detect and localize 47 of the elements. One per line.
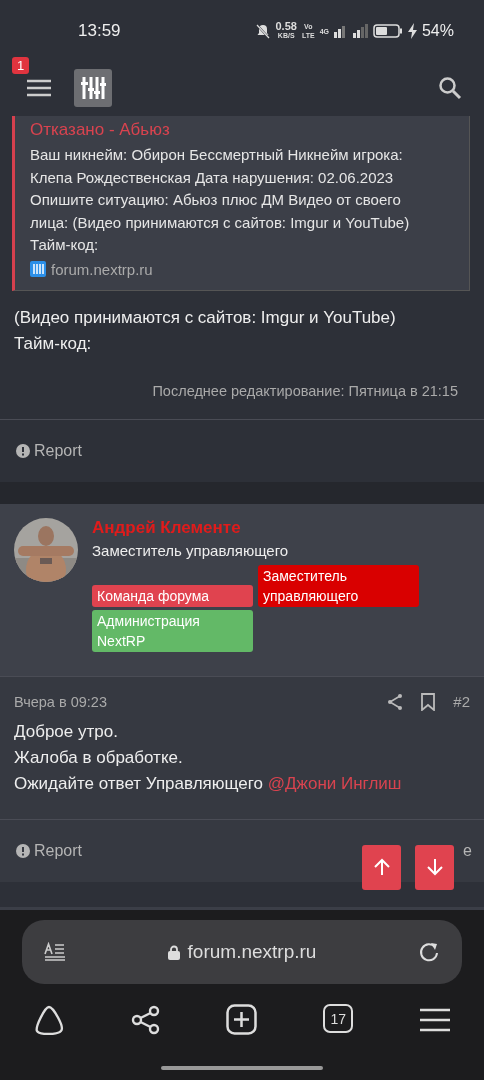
post-number-link[interactable]: #2 [453,693,470,710]
charging-icon [407,23,417,39]
post-text-line: Ожидайте ответ Управляющего @Джони Инглиш [14,772,403,795]
search-button[interactable] [438,76,462,100]
user-banner: Команда форума [92,584,253,607]
post-date[interactable]: Вчера в 09:23 [14,693,107,710]
edited-note: Последнее редактирование: Пятница в 21:15 [151,381,459,401]
reload-icon[interactable] [418,941,440,963]
net-speed: 0.58 [275,22,297,31]
site-favicon-icon [30,261,46,277]
scroll-up-button[interactable] [362,844,401,890]
alert-icon [16,843,30,858]
quote-source-link[interactable]: forum.nextrp.ru [51,260,153,278]
status-time: 13:59 [78,21,121,41]
url-text: forum.nextrp.ru [187,941,317,963]
address-bar[interactable]: forum.nextrp.ru [22,920,462,984]
post-text-line: Тайм-код: [14,332,93,355]
post-text-line: (Видео принимаются с сайтов: Imgur и YouTube) [14,306,397,329]
post-text-line: Жалоба в обработке. [14,746,184,769]
signal-icon [333,24,368,38]
quote-text: Ваш никнейм: Обирон Бессмертный Никнейм игрока: Клепа Рождественская Дата нарушения: 02.06.2023 Опишите ситуацию: Абьюз плюс ДМ Видео от своего лица: (Видео принимаются с сайтов: Imgur и YouTube) Тайм-код: [30,145,411,255]
share-button[interactable] [387,692,404,711]
lock-icon [167,944,180,960]
post-text-line: Доброе утро. [14,720,119,743]
sliders-logo-icon[interactable] [74,69,112,107]
new-tab-button[interactable] [226,1004,258,1035]
notification-badge: 1 [12,57,30,74]
reader-mode-icon[interactable] [44,942,66,962]
muted-bell-icon [254,23,271,39]
battery-percent: 54% [421,22,454,40]
scroll-down-button[interactable] [415,844,454,890]
tabs-button[interactable]: 17 [323,1004,354,1033]
quote-title: Отказано - Абьюз [30,120,171,140]
arrow-down-icon [425,858,444,876]
report-button[interactable]: Report [16,841,83,860]
user-banner: Заместитель управляющего [258,564,419,607]
report-button[interactable]: Report [16,441,83,460]
home-triangle-button[interactable] [32,1004,65,1035]
user-title: Заместитель управляющего [92,541,290,559]
user-banner: Администрация NextRP [92,609,253,652]
battery-icon [372,24,403,38]
bookmark-button[interactable] [421,692,436,711]
like-button[interactable]: e [463,841,472,860]
arrow-up-icon [372,858,391,876]
share-button[interactable] [130,1004,161,1035]
menu-button[interactable] [26,78,52,98]
alert-icon [16,443,30,458]
